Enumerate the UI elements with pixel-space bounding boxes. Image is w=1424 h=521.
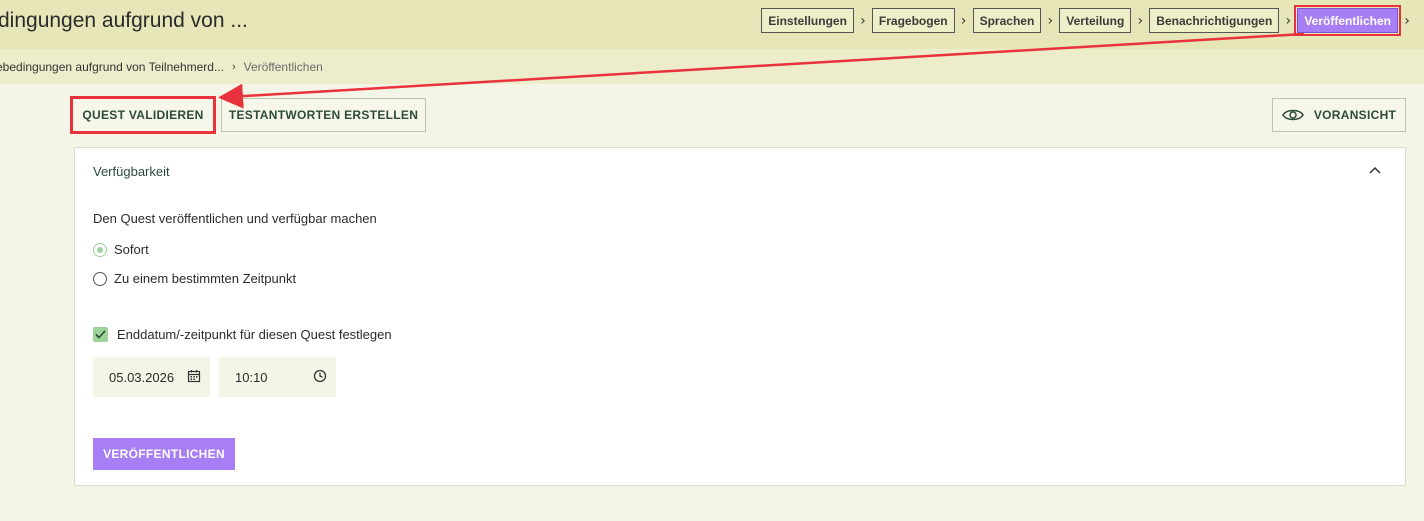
publish-description: Den Quest veröffentlichen und verfügbar … bbox=[93, 211, 377, 226]
radio-immediately[interactable] bbox=[93, 242, 107, 257]
breadcrumb-current: Veröffentlichen bbox=[243, 59, 323, 74]
panel-title: Verfügbarkeit bbox=[93, 164, 170, 179]
eye-icon bbox=[1281, 109, 1304, 121]
breadcrumb: ebedingungen aufgrund von Teilnehmerd...… bbox=[0, 49, 1424, 84]
chevron-up-icon[interactable] bbox=[1369, 166, 1381, 174]
end-date-option[interactable]: Enddatum/-zeitpunkt für diesen Quest fes… bbox=[93, 327, 392, 342]
chevron-right-icon: › bbox=[860, 12, 866, 29]
end-date-checkbox[interactable] bbox=[93, 327, 108, 342]
preview-label: VORANSICHT bbox=[1313, 108, 1397, 122]
create-test-answers-button[interactable]: TESTANTWORTEN ERSTELLEN bbox=[221, 98, 426, 132]
option-immediately[interactable]: Sofort bbox=[93, 242, 149, 257]
checkmark-icon bbox=[95, 330, 106, 339]
step-fragebogen[interactable]: Fragebogen bbox=[871, 8, 955, 33]
chevron-right-icon: › bbox=[1404, 12, 1410, 29]
step-navigation: Einstellungen › Fragebogen › Sprachen › … bbox=[761, 5, 1416, 36]
end-time-value: 10:10 bbox=[235, 369, 268, 385]
option-immediately-label: Sofort bbox=[114, 242, 149, 257]
chevron-right-icon: › bbox=[1137, 12, 1144, 29]
clock-icon[interactable] bbox=[313, 369, 327, 383]
chevron-right-icon: › bbox=[1285, 12, 1292, 29]
publish-button[interactable]: VERÖFFENTLICHEN bbox=[93, 438, 235, 470]
availability-panel: Verfügbarkeit Den Quest veröffentlichen … bbox=[74, 147, 1406, 486]
preview-button[interactable]: VORANSICHT bbox=[1272, 98, 1406, 132]
page-title: dingungen aufgrund von ... bbox=[0, 9, 248, 32]
chevron-right-icon: › bbox=[1047, 12, 1054, 29]
chevron-right-icon: › bbox=[231, 60, 236, 73]
option-scheduled-label: Zu einem bestimmten Zeitpunkt bbox=[114, 271, 297, 286]
end-date-input[interactable]: 05.03.2026 bbox=[93, 357, 210, 397]
validate-quest-button[interactable]: QUEST VALIDIEREN bbox=[70, 96, 216, 134]
radio-scheduled[interactable] bbox=[93, 271, 107, 286]
step-benachrichtigungen[interactable]: Benachrichtigungen bbox=[1149, 8, 1280, 33]
chevron-right-icon: › bbox=[960, 12, 967, 29]
option-scheduled[interactable]: Zu einem bestimmten Zeitpunkt bbox=[93, 271, 296, 286]
calendar-icon[interactable] bbox=[187, 369, 201, 383]
step-sprachen[interactable]: Sprachen bbox=[972, 8, 1042, 33]
step-verteilung[interactable]: Verteilung bbox=[1059, 8, 1132, 33]
end-date-value: 05.03.2026 bbox=[109, 369, 175, 385]
step-veroeffentlichen[interactable]: Veröffentlichen bbox=[1294, 5, 1401, 36]
top-bar: dingungen aufgrund von ... Einstellungen… bbox=[0, 0, 1424, 49]
step-einstellungen[interactable]: Einstellungen bbox=[761, 8, 854, 33]
breadcrumb-parent[interactable]: ebedingungen aufgrund von Teilnehmerd... bbox=[0, 60, 224, 74]
end-time-input[interactable]: 10:10 bbox=[219, 357, 336, 397]
end-date-label: Enddatum/-zeitpunkt für diesen Quest fes… bbox=[117, 327, 392, 342]
